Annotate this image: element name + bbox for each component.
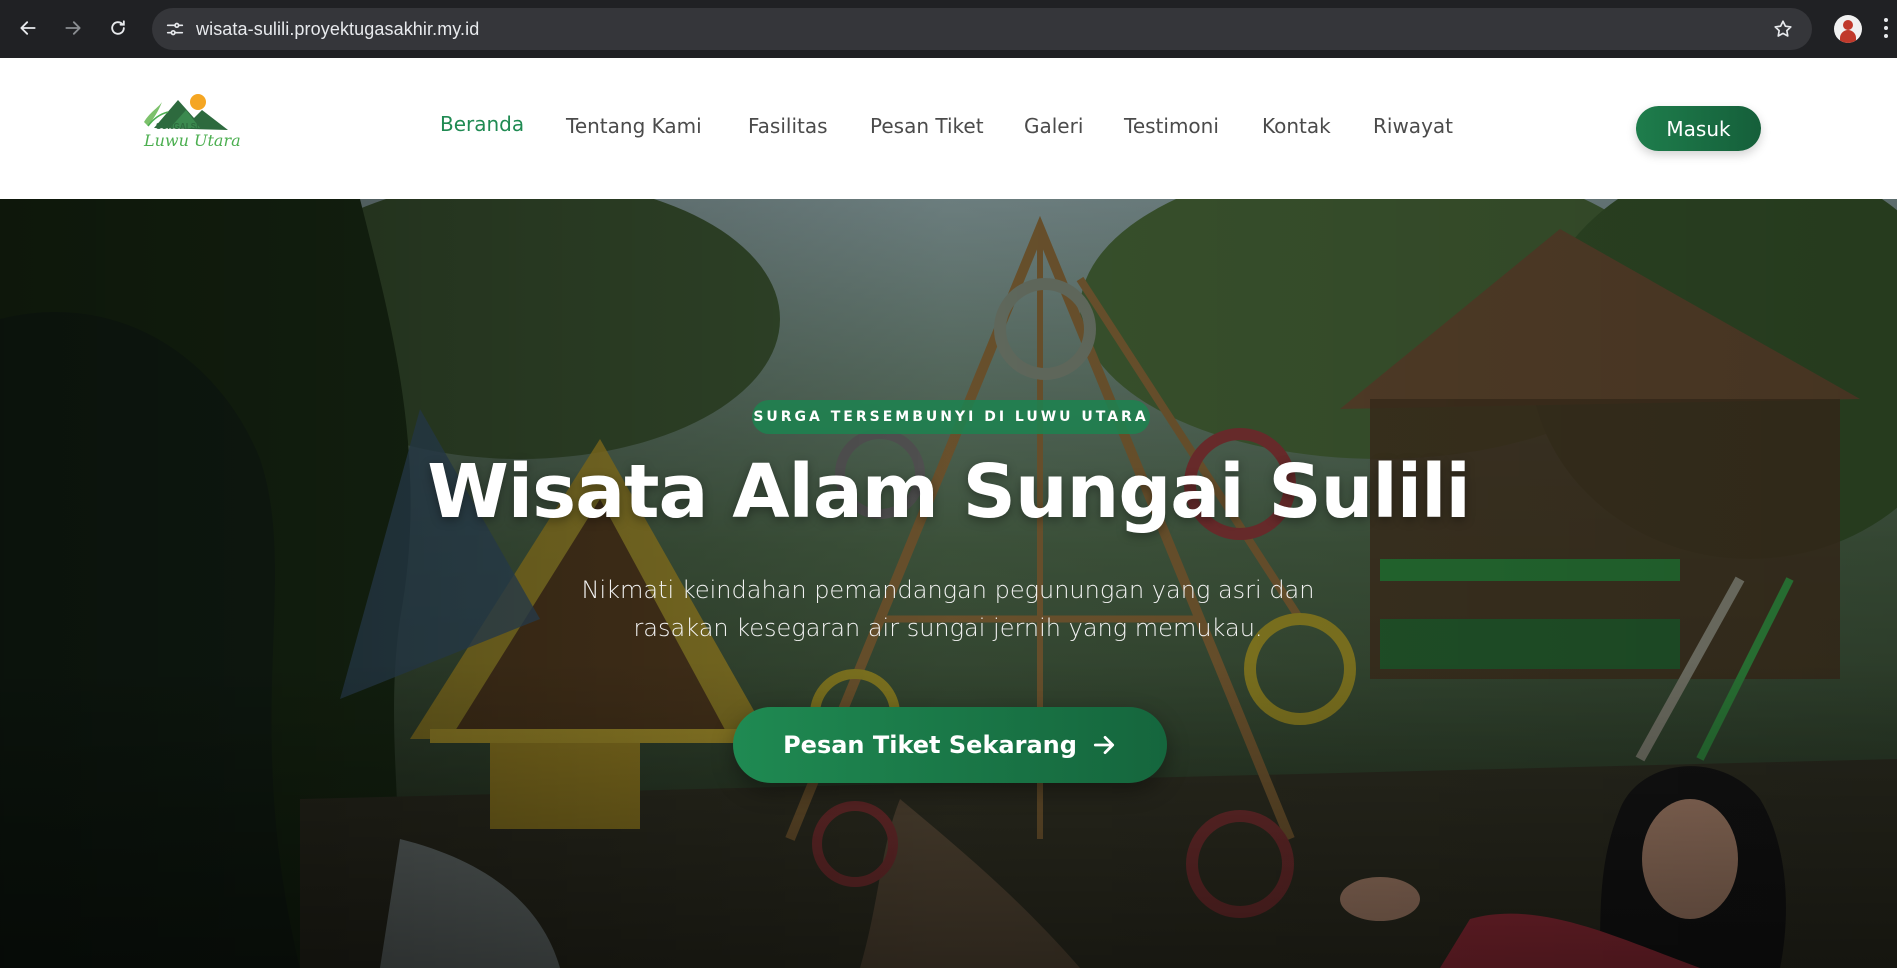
site-logo[interactable]: SUNGAI SULILI Luwu Utara xyxy=(140,92,241,156)
login-button[interactable]: Masuk xyxy=(1636,106,1761,151)
site-header: SUNGAI SULILI Luwu Utara Beranda Tentang… xyxy=(0,58,1897,199)
nav-item-fasilitas[interactable]: Fasilitas xyxy=(748,114,828,138)
arrow-right-icon xyxy=(1093,736,1114,754)
hero-subtitle-line1: Nikmati keindahan pemandangan pegunungan… xyxy=(581,576,1315,604)
hero-subtitle-line2: rasakan kesegaran air sungai jernih yang… xyxy=(633,614,1263,642)
nav-item-galeri[interactable]: Galeri xyxy=(1024,114,1083,138)
logo-line2: Luwu Utara xyxy=(144,131,241,150)
nav-item-testimoni[interactable]: Testimoni xyxy=(1124,114,1219,138)
url-text[interactable]: wisata-sulili.proyektugasakhir.my.id xyxy=(196,19,479,40)
arrow-right-icon xyxy=(65,21,81,35)
tune-icon[interactable] xyxy=(164,18,186,40)
hero-section: SURGA TERSEMBUNYI DI LUWU UTARA Wisata A… xyxy=(0,199,1897,968)
hero-title: Wisata Alam Sungai Sulili xyxy=(427,449,1471,535)
arrow-left-icon xyxy=(20,21,36,35)
book-ticket-button[interactable]: Pesan Tiket Sekarang xyxy=(733,707,1167,783)
reload-icon xyxy=(111,20,125,35)
kebab-menu-icon[interactable] xyxy=(1884,18,1890,40)
nav-item-beranda[interactable]: Beranda xyxy=(440,112,524,136)
logo-line1: SUNGAI SULILI xyxy=(156,122,218,131)
nav-item-riwayat[interactable]: Riwayat xyxy=(1373,114,1453,138)
browser-toolbar: wisata-sulili.proyektugasakhir.my.id xyxy=(0,0,1897,58)
reload-button[interactable] xyxy=(102,12,134,44)
hero-badge: SURGA TERSEMBUNYI DI LUWU UTARA xyxy=(752,400,1150,434)
nav-item-tentang-kami[interactable]: Tentang Kami xyxy=(566,114,702,138)
nav-item-pesan-tiket[interactable]: Pesan Tiket xyxy=(870,114,984,138)
star-icon[interactable] xyxy=(1772,18,1794,40)
forward-button[interactable] xyxy=(57,12,89,44)
profile-avatar[interactable] xyxy=(1834,15,1862,43)
book-ticket-label: Pesan Tiket Sekarang xyxy=(783,731,1077,759)
nav-item-kontak[interactable]: Kontak xyxy=(1262,114,1331,138)
back-button[interactable] xyxy=(12,12,44,44)
hero-subtitle: Nikmati keindahan pemandangan pegunungan… xyxy=(548,571,1348,647)
address-bar[interactable]: wisata-sulili.proyektugasakhir.my.id xyxy=(152,8,1812,50)
